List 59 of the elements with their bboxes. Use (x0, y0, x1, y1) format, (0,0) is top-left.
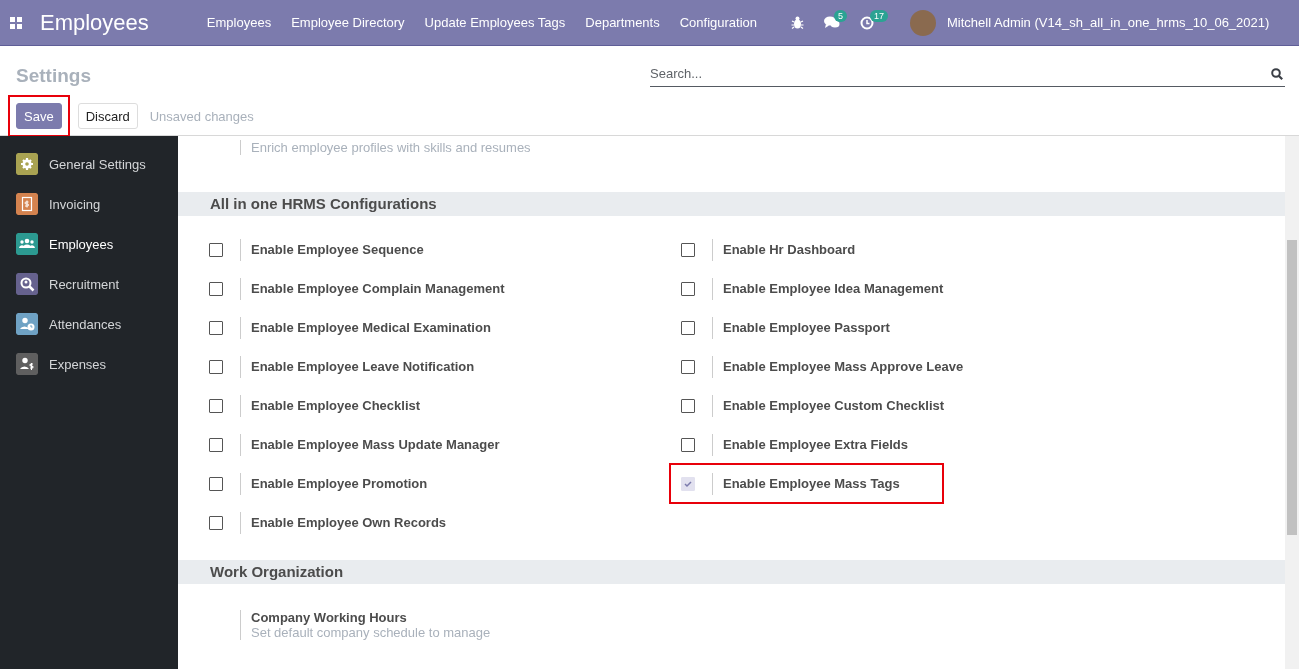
checkbox[interactable] (209, 398, 223, 413)
option-label: Enable Employee Mass Tags (712, 472, 900, 495)
checkmark-icon (684, 479, 692, 488)
search-field[interactable]: Search... (650, 61, 1285, 87)
option-label: Enable Employee Extra Fields (712, 433, 908, 456)
page-title: Settings (16, 65, 91, 87)
option-label: Enable Employee Passport (712, 316, 890, 339)
option-label: Enable Employee Idea Management (712, 277, 944, 300)
clock-icon[interactable] (860, 15, 875, 30)
bug-icon[interactable] (791, 16, 805, 29)
option-label: Enable Employee Promotion (240, 472, 428, 495)
checkbox[interactable] (209, 242, 223, 257)
option-label: Enable Employee Own Records (240, 511, 447, 534)
sidebar-item[interactable]: General Settings (0, 144, 178, 184)
option-label: Enable Employee Checklist (240, 394, 421, 417)
option-label: Enable Employee Mass Approve Leave (712, 355, 964, 378)
sidebar-item[interactable]: Expenses (0, 344, 178, 384)
user-menu[interactable]: Mitchell Admin (V14_sh_all_in_one_hrms_10_06_2021) (947, 15, 1270, 30)
checkbox[interactable] (209, 476, 223, 491)
activity-count-badge: 17 (870, 9, 889, 22)
sidebar-item[interactable]: Recruitment (0, 264, 178, 304)
checkbox[interactable] (209, 320, 223, 335)
setting-title: Company Working Hours (251, 610, 408, 625)
menu-item[interactable]: Departments (575, 15, 670, 30)
checkbox[interactable] (681, 320, 695, 335)
option-label: Enable Hr Dashboard (712, 238, 856, 261)
save-button[interactable]: Save (16, 103, 62, 129)
sidebar-item[interactable]: Attendances (0, 304, 178, 344)
sidebar-item[interactable]: Invoicing (0, 184, 178, 224)
section-heading: Work Organization (178, 560, 1285, 584)
option-label: Enable Employee Mass Update Manager (240, 433, 500, 456)
option-label: Enable Employee Custom Checklist (712, 394, 945, 417)
checkbox[interactable] (681, 398, 695, 413)
unsaved-status: Unsaved changes (149, 108, 254, 124)
setting-description: Enrich employee profiles with skills and resumes (251, 140, 532, 155)
checkbox[interactable] (209, 437, 223, 452)
option-label: Enable Employee Medical Examination (240, 316, 491, 339)
discard-button[interactable]: Discard (77, 103, 138, 129)
checkbox[interactable] (681, 281, 695, 296)
checkbox[interactable] (681, 359, 695, 374)
checkbox[interactable] (681, 437, 695, 452)
option-label: Enable Employee Complain Management (240, 277, 505, 300)
checkbox[interactable] (209, 359, 223, 374)
menu-item[interactable]: Employees (196, 15, 282, 30)
menu-item[interactable]: Configuration (669, 15, 768, 30)
apps-menu-icon[interactable] (10, 16, 22, 29)
checkbox[interactable] (209, 515, 223, 530)
menu-item[interactable]: Employee Directory (281, 15, 415, 30)
option-label: Enable Employee Leave Notification (240, 355, 475, 378)
scrollbar[interactable] (1285, 136, 1299, 669)
message-count-badge: 5 (834, 10, 848, 22)
checkbox[interactable] (681, 242, 695, 257)
search-icon[interactable] (1271, 68, 1283, 80)
option-label: Enable Employee Sequence (240, 238, 424, 261)
section-heading: All in one HRMS Configurations (178, 192, 1285, 216)
app-title: Employees (40, 9, 149, 36)
menu-item[interactable]: Update Employees Tags (414, 15, 576, 30)
checkbox[interactable] (209, 281, 223, 296)
setting-description: Set default company schedule to manage (251, 625, 492, 640)
